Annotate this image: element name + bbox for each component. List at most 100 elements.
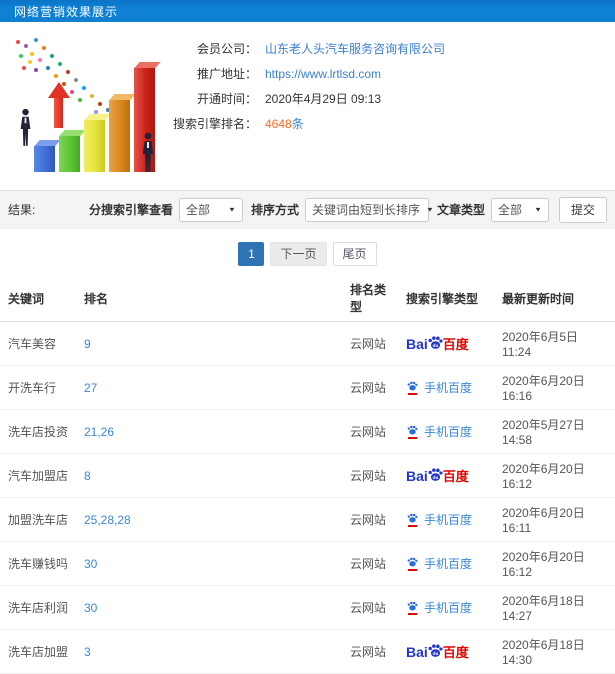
engine-cell: Baidu百度 手机百度: [398, 365, 494, 410]
table-body: 汽车美容 9 云网站 Baidu百度 手机百度 2020年6月5日 11:24 …: [0, 321, 615, 674]
promo-url-label: 推广地址：: [196, 67, 257, 81]
bar-yellow: [84, 120, 105, 172]
table-row: 开洗车行 27 云网站 Baidu百度 手机百度 2020年6月20日 16:1…: [0, 365, 615, 410]
keyword-cell: 开洗车行: [0, 365, 76, 410]
rank-link[interactable]: 9: [84, 337, 91, 351]
result-label: 结果:: [8, 203, 36, 217]
svg-text:du: du: [432, 651, 438, 656]
baidu-mobile-logo: 手机百度: [406, 555, 472, 572]
filter-controls: 分搜索引擎查看 全部 ▼ 排序方式 关键词由短到长排序 ▼ 文章类型 全部 ▼ …: [81, 196, 607, 223]
open-time-row: 开通时间： 2020年4月29日 09:13: [165, 86, 615, 111]
bar-green: [59, 136, 80, 172]
col-rank-type: 排名类型: [342, 274, 398, 322]
confetti-dots: [16, 40, 20, 44]
col-rank: 排名: [76, 274, 342, 322]
updated-cell: 2020年5月27日 14:58: [494, 409, 615, 454]
growth-arrow-icon: [48, 76, 70, 128]
keyword-cell: 汽车加盟店: [0, 453, 76, 498]
updated-cell: 2020年6月20日 16:12: [494, 453, 615, 498]
results-table: 关键词 排名 排名类型 搜索引擎类型 最新更新时间 汽车美容 9 云网站 Bai…: [0, 274, 615, 674]
rank-unit: 条: [291, 117, 304, 131]
keyword-cell: 汽车美容: [0, 321, 76, 366]
promo-url-link[interactable]: https://www.lrtlsd.com: [265, 67, 381, 81]
engine-cell: Baidu百度 手机百度: [398, 409, 494, 454]
rank-type-cell: 云网站: [342, 409, 398, 454]
table-row: 洗车赚钱吗 30 云网站 Baidu百度 手机百度 2020年6月20日 16:…: [0, 541, 615, 586]
engine-rank-value: 4648条: [265, 115, 304, 132]
pagination: 1 下一页 尾页: [0, 229, 615, 274]
rank-cell: 3: [76, 629, 342, 674]
baidu-mobile-label: 手机百度: [424, 381, 473, 395]
rank-link[interactable]: 30: [84, 557, 97, 571]
sort-value: 关键词由短到长排序: [311, 203, 420, 217]
svg-text:du: du: [432, 475, 438, 480]
sort-label: 排序方式: [250, 203, 299, 217]
chart-illustration: [2, 26, 162, 188]
rank-cell: 21,26: [76, 409, 342, 454]
rank-type-cell: 云网站: [342, 629, 398, 674]
article-type-label: 文章类型: [436, 203, 485, 217]
baidu-mobile-label: 手机百度: [424, 425, 473, 439]
chevron-down-icon: ▼: [425, 205, 434, 214]
last-page-button[interactable]: 尾页: [332, 242, 377, 266]
rank-link[interactable]: 30: [84, 601, 97, 615]
rank-cell: 9: [76, 321, 342, 366]
col-updated: 最新更新时间: [494, 274, 615, 322]
updated-cell: 2020年6月20日 16:12: [494, 541, 615, 586]
open-time-value: 2020年4月29日 09:13: [265, 92, 382, 106]
rank-link[interactable]: 8: [84, 469, 91, 483]
rank-cell: 30: [76, 541, 342, 586]
page-1-button[interactable]: 1: [238, 242, 265, 266]
baidu-paw-icon: du: [428, 336, 443, 349]
keyword-cell: 洗车店加盟: [0, 629, 76, 674]
next-page-button[interactable]: 下一页: [270, 242, 327, 266]
rank-cell: 27: [76, 365, 342, 410]
bar-blue: [34, 146, 55, 172]
engine-cell: Baidu百度 手机百度: [398, 629, 494, 674]
table-row: 汽车美容 9 云网站 Baidu百度 手机百度 2020年6月5日 11:24: [0, 321, 615, 366]
rank-link[interactable]: 21,26: [84, 425, 114, 439]
company-row: 会员公司： 山东老人头汽车服务咨询有限公司: [165, 36, 615, 61]
baidu-pc-logo: Bai du 百度: [406, 335, 469, 353]
updated-cell: 2020年6月18日 14:27: [494, 585, 615, 630]
rank-type-cell: 云网站: [342, 585, 398, 630]
rank-count: 4648: [265, 117, 292, 131]
rank-link[interactable]: 27: [84, 381, 97, 395]
baidu-pc-logo: Bai du 百度: [406, 467, 469, 485]
sort-select[interactable]: 关键词由短到长排序 ▼: [304, 197, 434, 222]
baidu-mobile-paw-icon: [406, 600, 419, 615]
baidu-pc-logo: Bai du 百度: [406, 643, 469, 661]
engine-filter-label: 分搜索引擎查看: [88, 203, 173, 217]
keyword-cell: 洗车店投资: [0, 409, 76, 454]
baidu-mobile-paw-icon: [406, 424, 419, 439]
engine-rank-label: 搜索引擎排名：: [172, 117, 257, 131]
baidu-mobile-paw-icon: [406, 380, 419, 395]
baidu-mobile-paw-icon: [406, 556, 419, 571]
engine-cell: Baidu百度 手机百度: [398, 585, 494, 630]
col-engine-type: 搜索引擎类型: [398, 274, 494, 322]
table-row: 洗车店加盟 3 云网站 Baidu百度 手机百度 2020年6月18日 14:3…: [0, 629, 615, 674]
engine-cell: Baidu百度 手机百度: [398, 321, 494, 366]
title-bar: 网络营销效果展示: [0, 0, 615, 22]
info-section: 会员公司： 山东老人头汽车服务咨询有限公司 推广地址： https://www.…: [0, 22, 615, 190]
updated-cell: 2020年6月5日 11:24: [494, 321, 615, 366]
article-type-select[interactable]: 全部 ▼: [490, 197, 549, 222]
company-link[interactable]: 山东老人头汽车服务咨询有限公司: [265, 40, 445, 57]
info-fields: 会员公司： 山东老人头汽车服务咨询有限公司 推广地址： https://www.…: [165, 22, 615, 136]
keyword-cell: 洗车赚钱吗: [0, 541, 76, 586]
baidu-paw-icon: du: [428, 468, 443, 481]
businessman-figure-right: [142, 132, 154, 172]
rank-type-cell: 云网站: [342, 541, 398, 586]
promo-url-row: 推广地址： https://www.lrtlsd.com: [165, 61, 615, 86]
baidu-mobile-logo: 手机百度: [406, 379, 472, 396]
rank-cell: 30: [76, 585, 342, 630]
baidu-mobile-label: 手机百度: [424, 557, 473, 571]
rank-type-cell: 云网站: [342, 365, 398, 410]
engine-filter-value: 全部: [185, 203, 210, 217]
chevron-down-icon: ▼: [228, 205, 236, 214]
open-time-label: 开通时间：: [196, 92, 257, 106]
rank-cell: 8: [76, 453, 342, 498]
submit-button[interactable]: 提交: [558, 196, 607, 223]
engine-filter-select[interactable]: 全部 ▼: [178, 197, 243, 222]
rank-link[interactable]: 3: [84, 645, 91, 659]
